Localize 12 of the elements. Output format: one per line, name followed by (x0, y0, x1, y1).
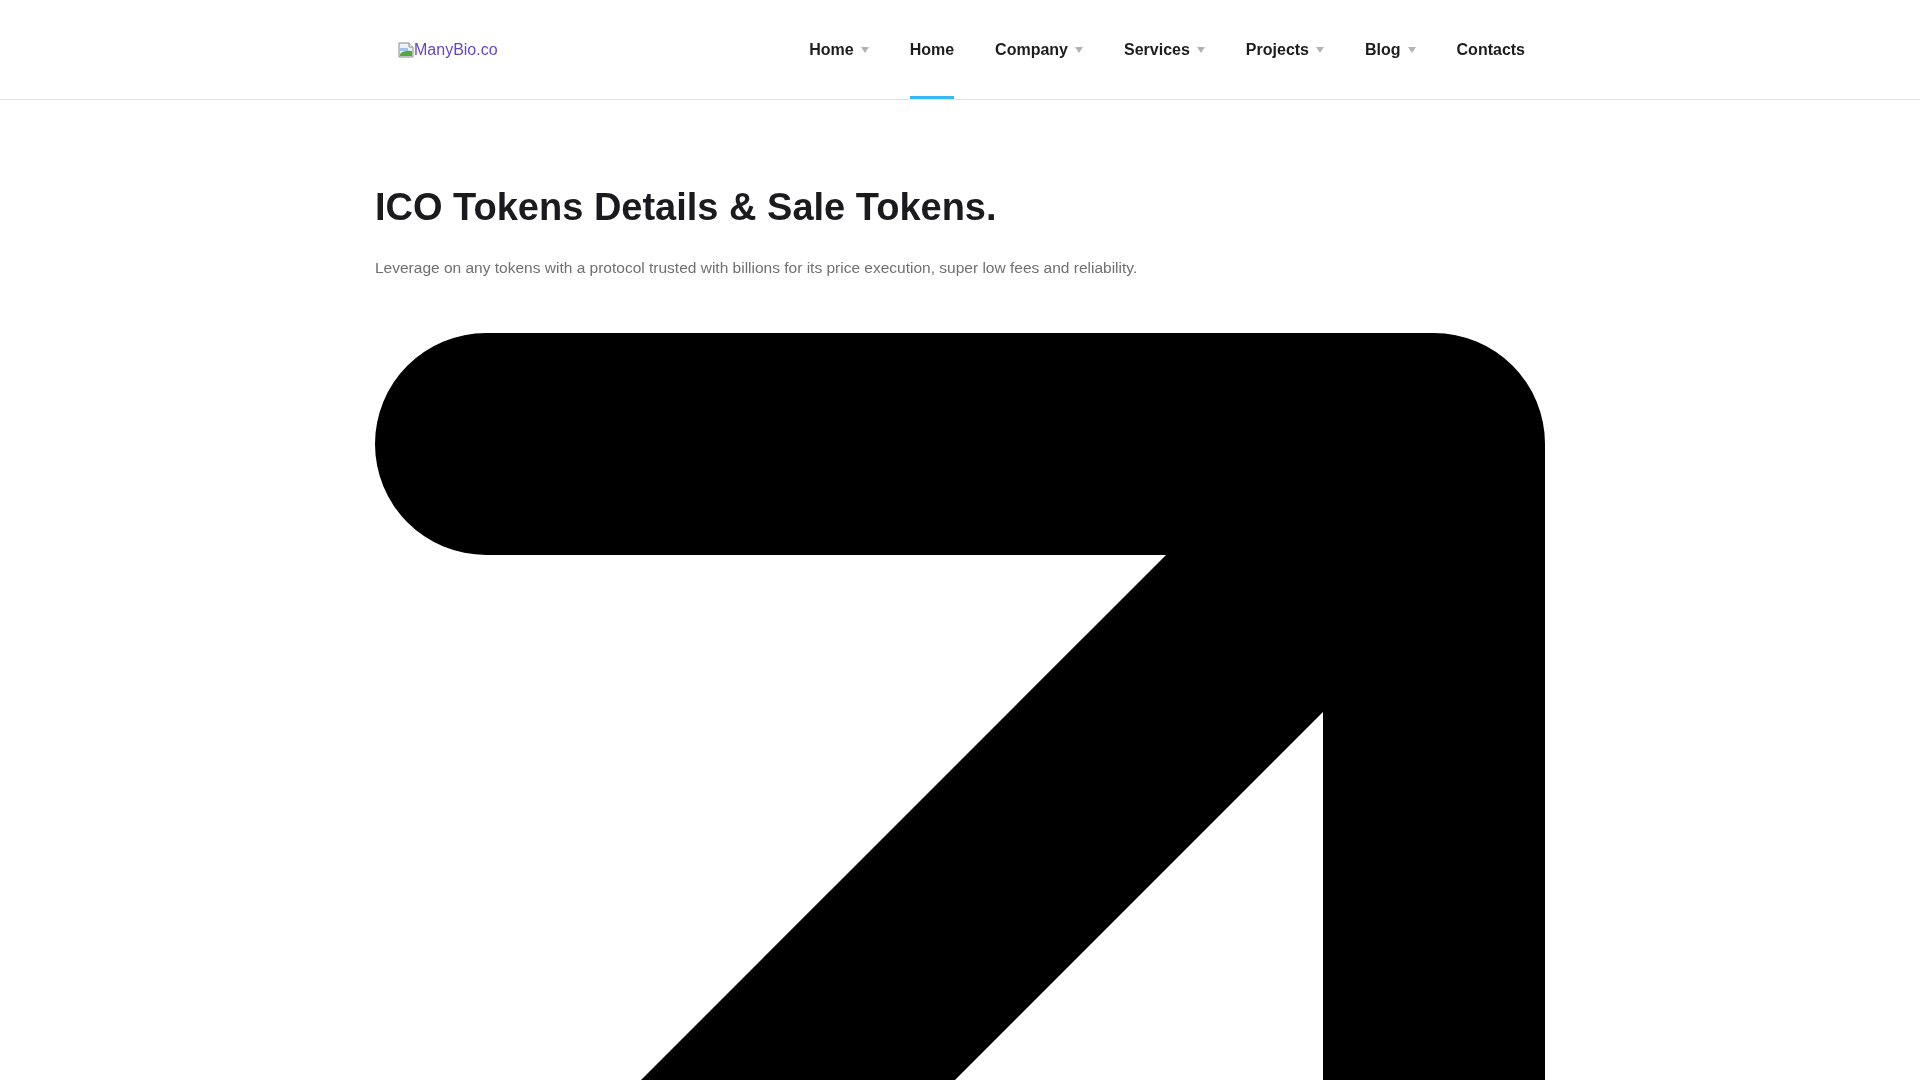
logo-link[interactable]: ManyBio.co (398, 39, 498, 60)
broken-image-icon (398, 41, 414, 58)
nav-link[interactable]: Company (995, 0, 1083, 99)
nav-link[interactable]: Blog (1365, 0, 1416, 99)
nav-link[interactable]: Services (1124, 0, 1205, 99)
nav-link[interactable]: Contacts (1456, 0, 1525, 99)
arrow-up-right-icon (375, 332, 1545, 1080)
nav-link[interactable]: Projects (1245, 0, 1324, 99)
page-title: ICO Tokens Details & Sale Tokens. (375, 185, 998, 230)
page-description: Leverage on any tokens with a protocol trusted with billions for its price execution, super low fees and reliability. (375, 257, 1139, 278)
nav-link[interactable]: Home (909, 0, 955, 99)
nav-link[interactable]: Home (809, 0, 869, 99)
